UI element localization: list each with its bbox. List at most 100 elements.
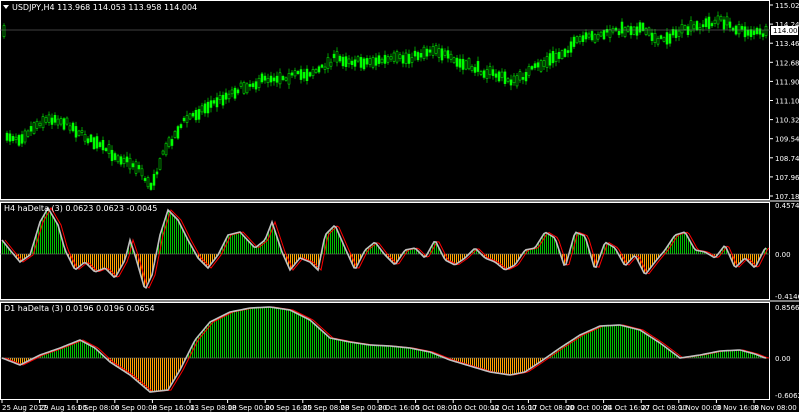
price-candle-body [752,30,756,35]
price-candle-body [17,135,21,146]
histogram-bar [116,254,117,277]
histogram-bar [586,332,587,358]
price-candle-body [704,18,708,28]
histogram-bar [740,350,741,358]
histogram-bar [376,345,377,358]
price-candle-body [743,26,747,38]
price-candle-body [329,61,333,67]
time-tick-label: 1 Sep 08:00 [77,404,119,412]
price-candle-body [560,50,564,59]
price-candle-body [5,132,9,141]
price-candle-body [146,177,150,188]
histogram-bar [152,358,153,392]
price-candle-body [572,36,576,47]
price-candle-body [536,62,540,68]
price-candle-body [320,64,324,68]
histogram-bar [164,222,165,254]
histogram-bar [310,320,311,358]
histogram-bar [624,326,625,358]
histogram-bar [286,309,287,358]
histogram-bar [240,310,241,358]
price-candle-body [683,25,687,30]
histogram-bar [574,338,575,358]
histogram-bar [748,254,749,261]
histogram-bar [410,348,411,358]
histogram-bar [616,325,617,358]
histogram-bar [288,309,289,358]
price-candle-body [518,71,522,81]
price-candle-body [386,56,390,63]
price-candle-body [479,71,483,75]
histogram-bar [250,308,251,358]
price-candle-body [143,178,147,181]
price-candle-body [248,84,252,87]
histogram-bar [90,345,91,358]
price-candle-body [542,60,546,67]
histogram-bar [526,358,527,372]
price-candle-body [584,32,588,40]
price-candle-body [362,58,366,70]
histogram-bar [540,240,541,254]
price-candle-body [482,70,486,78]
histogram-bar [104,254,105,269]
price-candle-body [41,116,45,129]
histogram-bar [618,325,619,358]
histogram-bar [278,308,279,358]
histogram-bar [254,307,255,358]
histogram-bar [348,341,349,358]
histogram-bar [232,234,233,254]
histogram-bar [644,332,645,358]
chart-canvas[interactable]: USDJPY,H4 113.968 114.053 113.958 114.00… [0,0,799,412]
histogram-bar [424,350,425,358]
histogram-bar [366,344,367,358]
price-candle-body [638,22,642,33]
histogram-bar [506,254,507,270]
histogram-bar [354,342,355,358]
histogram-bar [680,233,681,254]
histogram-bar [734,350,735,358]
histogram-bar [488,358,489,372]
price-candle-body [56,118,60,126]
histogram-bar [260,307,261,358]
histogram-bar [492,358,493,373]
histogram-bar [644,254,645,273]
histogram-bar [246,308,247,358]
price-candle-body [416,52,420,61]
indicator2-histogram [0,306,770,393]
histogram-bar [40,222,41,254]
histogram-bar [272,307,273,358]
histogram-bar [254,246,255,254]
histogram-bar [506,358,507,375]
histogram-bar [268,232,269,254]
histogram-bar [326,334,327,358]
histogram-bar [296,313,297,358]
price-candle-body [164,143,168,156]
histogram-bar [306,318,307,358]
histogram-bar [408,347,409,358]
histogram-bar [364,344,365,358]
histogram-bar [160,358,161,391]
dropdown-triangle-icon[interactable] [3,5,9,9]
price-candle-body [140,168,144,177]
histogram-bar [414,348,415,358]
price-candle-body [476,61,480,72]
histogram-bar [144,358,145,387]
histogram-bar [494,358,495,373]
histogram-bar [646,333,647,358]
price-candle-body [485,69,489,79]
histogram-bar [486,358,487,371]
price-candle-body [53,114,57,123]
price-candle-body [470,66,474,71]
histogram-bar [84,342,85,358]
price-tick-label: 111.900 [775,78,799,86]
histogram-bar [174,358,175,380]
histogram-bar [406,347,407,358]
histogram-bar [226,314,227,358]
price-candle-body [437,48,441,58]
price-candle-body [158,158,162,170]
price-candle-body [545,56,549,68]
histogram-bar [510,254,511,268]
price-candle-body [200,105,204,113]
histogram-bar [182,228,183,254]
histogram-bar [620,325,621,358]
